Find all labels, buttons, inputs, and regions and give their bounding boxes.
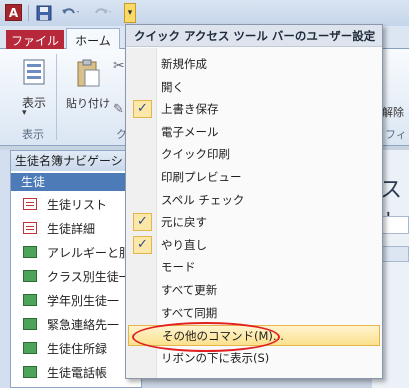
menu-item[interactable]: スペル チェック: [128, 190, 380, 211]
menu-item[interactable]: すべて同期: [128, 303, 380, 324]
menu-item-label: 印刷プレビュー: [161, 170, 242, 184]
nav-item-label: 生徒詳細: [47, 221, 96, 236]
group-label-view: 表示: [22, 128, 44, 141]
undo-icon[interactable]: [60, 4, 82, 22]
menu-item[interactable]: 開く: [128, 77, 380, 98]
menu-item-label: 開く: [161, 79, 184, 94]
form-icon: [23, 198, 37, 210]
menu-item-label: その他のコマンド(M)...: [162, 329, 284, 344]
access-logo-icon[interactable]: A: [5, 4, 22, 21]
nav-item[interactable]: 生徒住所録: [11, 337, 141, 359]
tab-home[interactable]: ホーム: [66, 28, 120, 51]
nav-item[interactable]: 生徒詳細: [11, 217, 141, 239]
menu-item-label: リボンの下に表示(S): [161, 350, 270, 365]
checkmark-icon: ✓: [133, 235, 152, 254]
menu-item-label: 新規作成: [161, 57, 207, 71]
report-icon: [23, 318, 37, 330]
nav-item[interactable]: アレルギーと服用: [11, 241, 141, 263]
menu-title: クイック アクセス ツール バーのユーザー設定: [126, 25, 382, 47]
menu-item-label: やり直し: [161, 237, 207, 252]
menu-item-label: すべて同期: [161, 305, 218, 320]
menu-item-label: クイック印刷: [161, 147, 230, 162]
nav-item-label: 緊急連絡先一: [47, 317, 120, 332]
left-strip: [0, 150, 10, 388]
format-painter-icon[interactable]: ✎: [113, 102, 124, 117]
report-icon: [23, 294, 37, 306]
view-dropdown-icon[interactable]: ▾: [22, 108, 27, 118]
menu-item[interactable]: 印刷プレビュー: [128, 167, 380, 188]
navigation-pane: 生徒名簿ナビゲーショ 生徒 生徒リスト生徒詳細アレルギーと服用クラス別生徒一 学年…: [10, 150, 142, 388]
menu-item-label: スペル チェック: [161, 192, 245, 207]
menu-item[interactable]: 電子メール: [128, 122, 380, 143]
cut-icon[interactable]: ✂: [113, 58, 125, 74]
checkmark-icon: ✓: [133, 213, 152, 232]
report-icon: [23, 366, 37, 378]
nav-item[interactable]: 生徒リスト: [11, 193, 141, 215]
menu-item[interactable]: クイック印刷: [128, 144, 380, 165]
menu-item-label: 上書き保存: [161, 102, 219, 117]
nav-item-label: 生徒住所録: [47, 341, 108, 356]
menu-item-label: 元に戻す: [161, 215, 207, 230]
checkmark-icon: ✓: [133, 100, 152, 119]
nav-item[interactable]: 生徒電話帳: [11, 361, 141, 383]
menu-item[interactable]: ✓ やり直し: [128, 235, 380, 256]
nav-item-label: 生徒リスト: [47, 197, 108, 212]
nav-group-students[interactable]: 生徒: [11, 173, 141, 191]
report-icon: [23, 270, 37, 282]
form-icon: [23, 222, 37, 234]
nav-item-label: 生徒電話帳: [47, 365, 108, 380]
menu-item[interactable]: ✓ 上書き保存: [128, 99, 380, 120]
menu-item[interactable]: モード: [128, 257, 380, 278]
report-icon: [23, 246, 37, 258]
menu-item[interactable]: リボンの下に表示(S): [128, 348, 380, 369]
nav-item[interactable]: 緊急連絡先一: [11, 313, 141, 335]
menu-item-label: モード: [161, 260, 196, 275]
qat-separator: [28, 5, 29, 21]
paste-icon[interactable]: [75, 58, 101, 91]
menu-item-label: すべて更新: [161, 283, 218, 297]
nav-item[interactable]: クラス別生徒一: [11, 265, 141, 287]
report-icon: [23, 342, 37, 354]
customize-qat-button[interactable]: ▾: [124, 3, 136, 23]
nav-item[interactable]: 学年別生徒一: [11, 289, 141, 311]
menu-item[interactable]: すべて更新: [128, 280, 380, 301]
nav-header[interactable]: 生徒名簿ナビゲーショ: [11, 151, 141, 171]
view-icon[interactable]: [22, 58, 46, 89]
ribbon-divider: [56, 54, 57, 140]
redo-icon[interactable]: [92, 4, 114, 22]
nav-item-label: 学年別生徒一: [47, 293, 120, 308]
menu-item[interactable]: その他のコマンド(M)...: [128, 325, 380, 347]
paste-button-label[interactable]: 貼り付け: [66, 95, 110, 111]
customize-qat-menu: クイック アクセス ツール バーのユーザー設定 新規作成開く ✓ 上書き保存電子メー…: [125, 24, 383, 379]
save-icon[interactable]: [36, 4, 52, 22]
tab-file[interactable]: ファイル: [6, 30, 64, 50]
menu-item[interactable]: ✓ 元に戻す: [128, 212, 380, 233]
nav-item-label: クラス別生徒一: [47, 269, 131, 284]
ribbon-fragment-unfilter[interactable]: 解除: [382, 104, 404, 120]
menu-item[interactable]: 新規作成: [128, 54, 380, 75]
menu-item-label: 電子メール: [161, 124, 219, 139]
